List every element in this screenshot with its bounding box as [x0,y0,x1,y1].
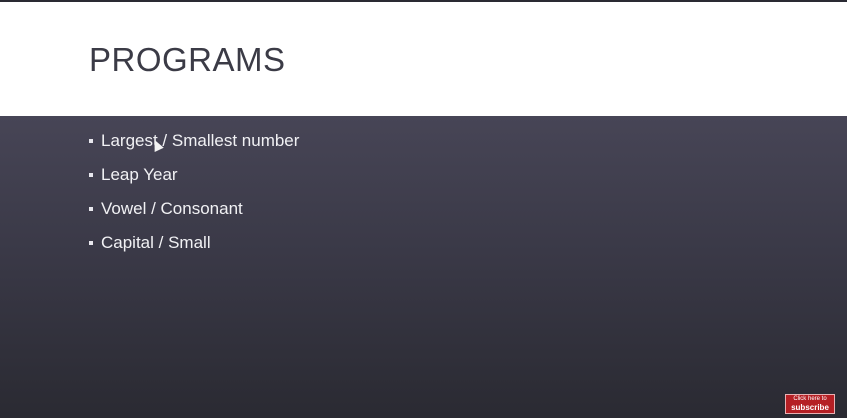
bullet-text: Leap Year [101,165,178,184]
bullet-square-icon [89,173,93,177]
bullet-text: Vowel / Consonant [101,199,243,218]
slide-body: Largest / Smallest number Leap Year Vowe… [0,116,847,418]
bullet-square-icon [89,207,93,211]
subscribe-button-line1: Click here to [793,396,827,402]
bullet-list: Largest / Smallest number Leap Year Vowe… [89,131,299,267]
bullet-item: Vowel / Consonant [89,199,299,233]
subscribe-button[interactable]: Click here to subscribe [785,394,835,414]
bullet-square-icon [89,139,93,143]
bullet-text: Largest / Smallest number [101,131,300,150]
bullet-item: Largest / Smallest number [89,131,299,165]
bullet-square-icon [89,241,93,245]
slide-header: PROGRAMS [0,2,847,116]
bullet-text: Capital / Small [101,233,211,252]
slide-title: PROGRAMS [89,41,286,78]
subscribe-button-line2: subscribe [791,403,829,412]
bullet-item: Leap Year [89,165,299,199]
bullet-item: Capital / Small [89,233,299,267]
presentation-slide: PROGRAMS Largest / Smallest number Leap … [0,0,847,418]
